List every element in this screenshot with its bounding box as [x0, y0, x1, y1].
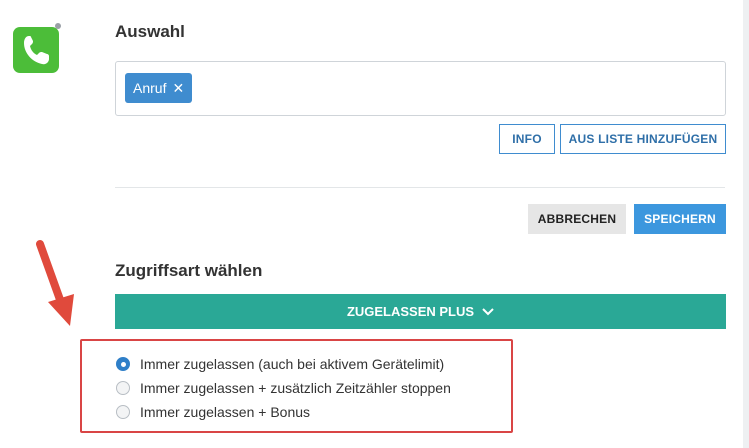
chip-label: Anruf: [133, 80, 167, 96]
save-button[interactable]: SPEICHERN: [634, 204, 726, 234]
settings-page: Auswahl Anruf ✕ INFO AUS LISTE HINZUFÜGE…: [0, 0, 749, 448]
radio-button-checked[interactable]: [116, 357, 130, 371]
access-type-dropdown-label: ZUGELASSEN PLUS: [346, 304, 475, 319]
radio-option-always-allowed[interactable]: Immer zugelassen (auch bei aktivem Gerät…: [116, 356, 444, 372]
section-divider: [115, 187, 725, 188]
cancel-button[interactable]: ABBRECHEN: [528, 204, 626, 234]
radio-button[interactable]: [116, 381, 130, 395]
info-button[interactable]: INFO: [499, 124, 555, 154]
radio-option-stop-timer[interactable]: Immer zugelassen + zusätzlich Zeitzähler…: [116, 380, 451, 396]
selection-input[interactable]: Anruf ✕: [115, 61, 726, 116]
red-arrow-icon: [36, 240, 74, 326]
selection-title: Auswahl: [115, 22, 185, 41]
radio-option-label: Immer zugelassen + Bonus: [140, 404, 311, 420]
phone-app-icon: [13, 27, 59, 73]
radio-option-label: Immer zugelassen (auch bei aktivem Gerät…: [140, 356, 445, 372]
chevron-down-icon: [482, 307, 494, 315]
close-icon[interactable]: ✕: [172, 81, 184, 95]
scrollbar-track[interactable]: [743, 0, 749, 448]
radio-option-label: Immer zugelassen + zusätzlich Zeitzähler…: [140, 380, 451, 396]
phone-icon: [24, 36, 49, 65]
add-from-list-button[interactable]: AUS LISTE HINZUFÜGEN: [560, 124, 726, 154]
badge-dot: [55, 23, 61, 29]
selection-chip-anruf: Anruf ✕: [125, 73, 193, 103]
radio-button[interactable]: [116, 405, 130, 419]
access-type-title: Zugriffsart wählen: [115, 261, 263, 280]
radio-option-bonus[interactable]: Immer zugelassen + Bonus: [116, 404, 310, 420]
access-type-dropdown[interactable]: ZUGELASSEN PLUS: [115, 294, 726, 329]
